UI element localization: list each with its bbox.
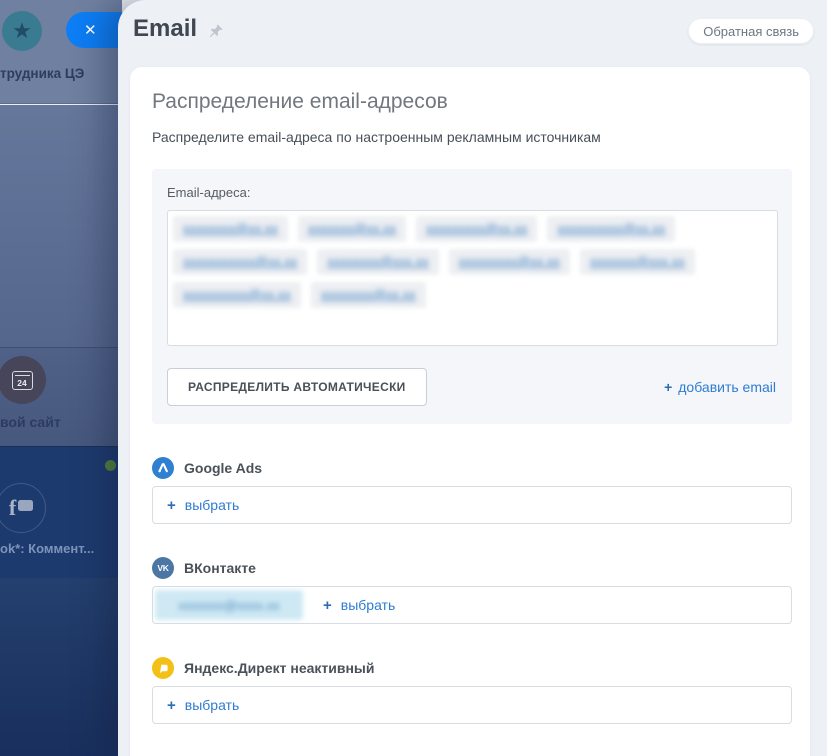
email-chip-text: xxxxxxx@xxx.xx [590, 254, 685, 269]
email-panel: Email Обратная связь Распределение email… [118, 0, 827, 756]
vk-icon: VK [152, 557, 174, 579]
yandex-direct-icon [152, 657, 174, 679]
email-chip[interactable]: xxxxxxxx@xx.xx [173, 216, 288, 242]
card-title: Распределение email-адресов [152, 90, 792, 114]
plus-icon: + [323, 597, 332, 614]
comment-bubble-icon [18, 500, 33, 511]
close-icon: ✕ [84, 21, 97, 39]
yandex-direct-select-box[interactable]: + выбрать [152, 686, 792, 724]
distribute-automatically-button[interactable]: РАСПРЕДЕЛИТЬ АВТОМАТИЧЕСКИ [167, 368, 427, 406]
calendar-day-label: 24 [17, 378, 26, 389]
vkontakte-select-link[interactable]: + выбрать [323, 597, 395, 614]
email-chip[interactable]: xxxxxxxx@xx.xx [311, 282, 426, 308]
plus-icon: + [167, 497, 176, 514]
plus-icon: + [167, 697, 176, 714]
source-yandex-direct-header: Яндекс.Директ неактивный [152, 657, 792, 679]
background-contact-label: трудника ЦЭ [0, 66, 100, 81]
star-icon: ★ [12, 20, 32, 42]
google-ads-icon [152, 457, 174, 479]
page-title: Email [133, 15, 224, 43]
emails-label: Email-адреса: [167, 185, 778, 200]
email-chip-text: xxxxxxx@xx.xx [308, 221, 396, 236]
email-chip[interactable]: xxxxxxxx@xxx.xx [317, 249, 438, 275]
source-vkontakte: VK ВКонтакте xxxxxxx@xxxx.xx + выбрать [152, 557, 792, 624]
selected-email-text: xxxxxxx@xxxx.xx [178, 598, 279, 613]
background-widget-tile [0, 105, 122, 347]
calendar-widget-button[interactable]: 24 [0, 356, 46, 404]
distribution-card: Распределение email-адресов Распределите… [130, 67, 810, 756]
background-site-label: вой сайт [0, 414, 61, 430]
background-page-strip: ★ ✕ трудника ЦЭ 24 вой сайт f ok*: Комме… [0, 0, 122, 756]
source-google-ads: Google Ads + выбрать [152, 457, 792, 524]
background-facebook-label: ok*: Коммент... [0, 541, 94, 556]
source-name: Google Ads [184, 460, 262, 476]
email-chip[interactable]: xxxxxxxxx@xx.xx [449, 249, 570, 275]
vkontakte-select-box[interactable]: xxxxxxx@xxxx.xx + выбрать [152, 586, 792, 624]
email-chip-text: xxxxxxxxx@xx.xx [426, 221, 527, 236]
select-label: выбрать [185, 497, 240, 513]
select-label: выбрать [185, 697, 240, 713]
email-chip[interactable]: xxxxxxx@xx.xx [298, 216, 406, 242]
email-chip-text: xxxxxxxxxx@xx.xx [183, 287, 291, 302]
pin-icon[interactable] [207, 23, 224, 40]
feedback-button[interactable]: Обратная связь [688, 18, 814, 44]
source-name: Яндекс.Директ неактивный [184, 660, 374, 676]
yandex-direct-select-link[interactable]: + выбрать [167, 697, 239, 714]
card-subtitle: Распределите email-адреса по настроенным… [152, 129, 792, 145]
email-chip-text: xxxxxxxx@xx.xx [321, 287, 416, 302]
source-name: ВКонтакте [184, 560, 256, 576]
email-chip-text: xxxxxxxx@xx.xx [183, 221, 278, 236]
email-chip-text: xxxxxxxxx@xx.xx [459, 254, 560, 269]
selected-email-chip[interactable]: xxxxxxx@xxxx.xx [155, 590, 303, 620]
source-vkontakte-header: VK ВКонтакте [152, 557, 792, 579]
page-title-text: Email [133, 15, 197, 43]
background-bottom-tile [0, 578, 122, 756]
star-avatar[interactable]: ★ [2, 11, 42, 51]
email-chip-text: xxxxxxxxxx@xx.xx [557, 221, 665, 236]
add-email-link[interactable]: + добавить email [664, 379, 776, 395]
google-ads-select-box[interactable]: + выбрать [152, 486, 792, 524]
feedback-button-label: Обратная связь [703, 24, 799, 39]
google-ads-select-link[interactable]: + выбрать [167, 497, 239, 514]
actions-row: РАСПРЕДЕЛИТЬ АВТОМАТИЧЕСКИ + добавить em… [167, 368, 778, 406]
emails-section: Email-адреса: xxxxxxxx@xx.xx xxxxxxx@xx.x… [152, 169, 792, 424]
email-chip-text: xxxxxxxxxxx@xx.xx [183, 254, 297, 269]
source-google-ads-header: Google Ads [152, 457, 792, 479]
calendar-icon: 24 [12, 371, 33, 390]
email-chip-text: xxxxxxxx@xxx.xx [327, 254, 428, 269]
email-chip[interactable]: xxxxxxxxxxx@xx.xx [173, 249, 307, 275]
facebook-icon: f [9, 495, 16, 521]
plus-icon: + [664, 379, 672, 395]
email-chip[interactable]: xxxxxxx@xxx.xx [580, 249, 695, 275]
select-label: выбрать [341, 597, 396, 613]
email-chip[interactable]: xxxxxxxxxx@xx.xx [173, 282, 301, 308]
email-chip[interactable]: xxxxxxxxx@xx.xx [416, 216, 537, 242]
status-dot [105, 460, 116, 471]
email-chip[interactable]: xxxxxxxxxx@xx.xx [547, 216, 675, 242]
add-email-label: добавить email [678, 379, 776, 395]
email-chips[interactable]: xxxxxxxx@xx.xx xxxxxxx@xx.xx xxxxxxxxx@xx.… [167, 210, 778, 346]
source-yandex-direct: Яндекс.Директ неактивный + выбрать [152, 657, 792, 724]
